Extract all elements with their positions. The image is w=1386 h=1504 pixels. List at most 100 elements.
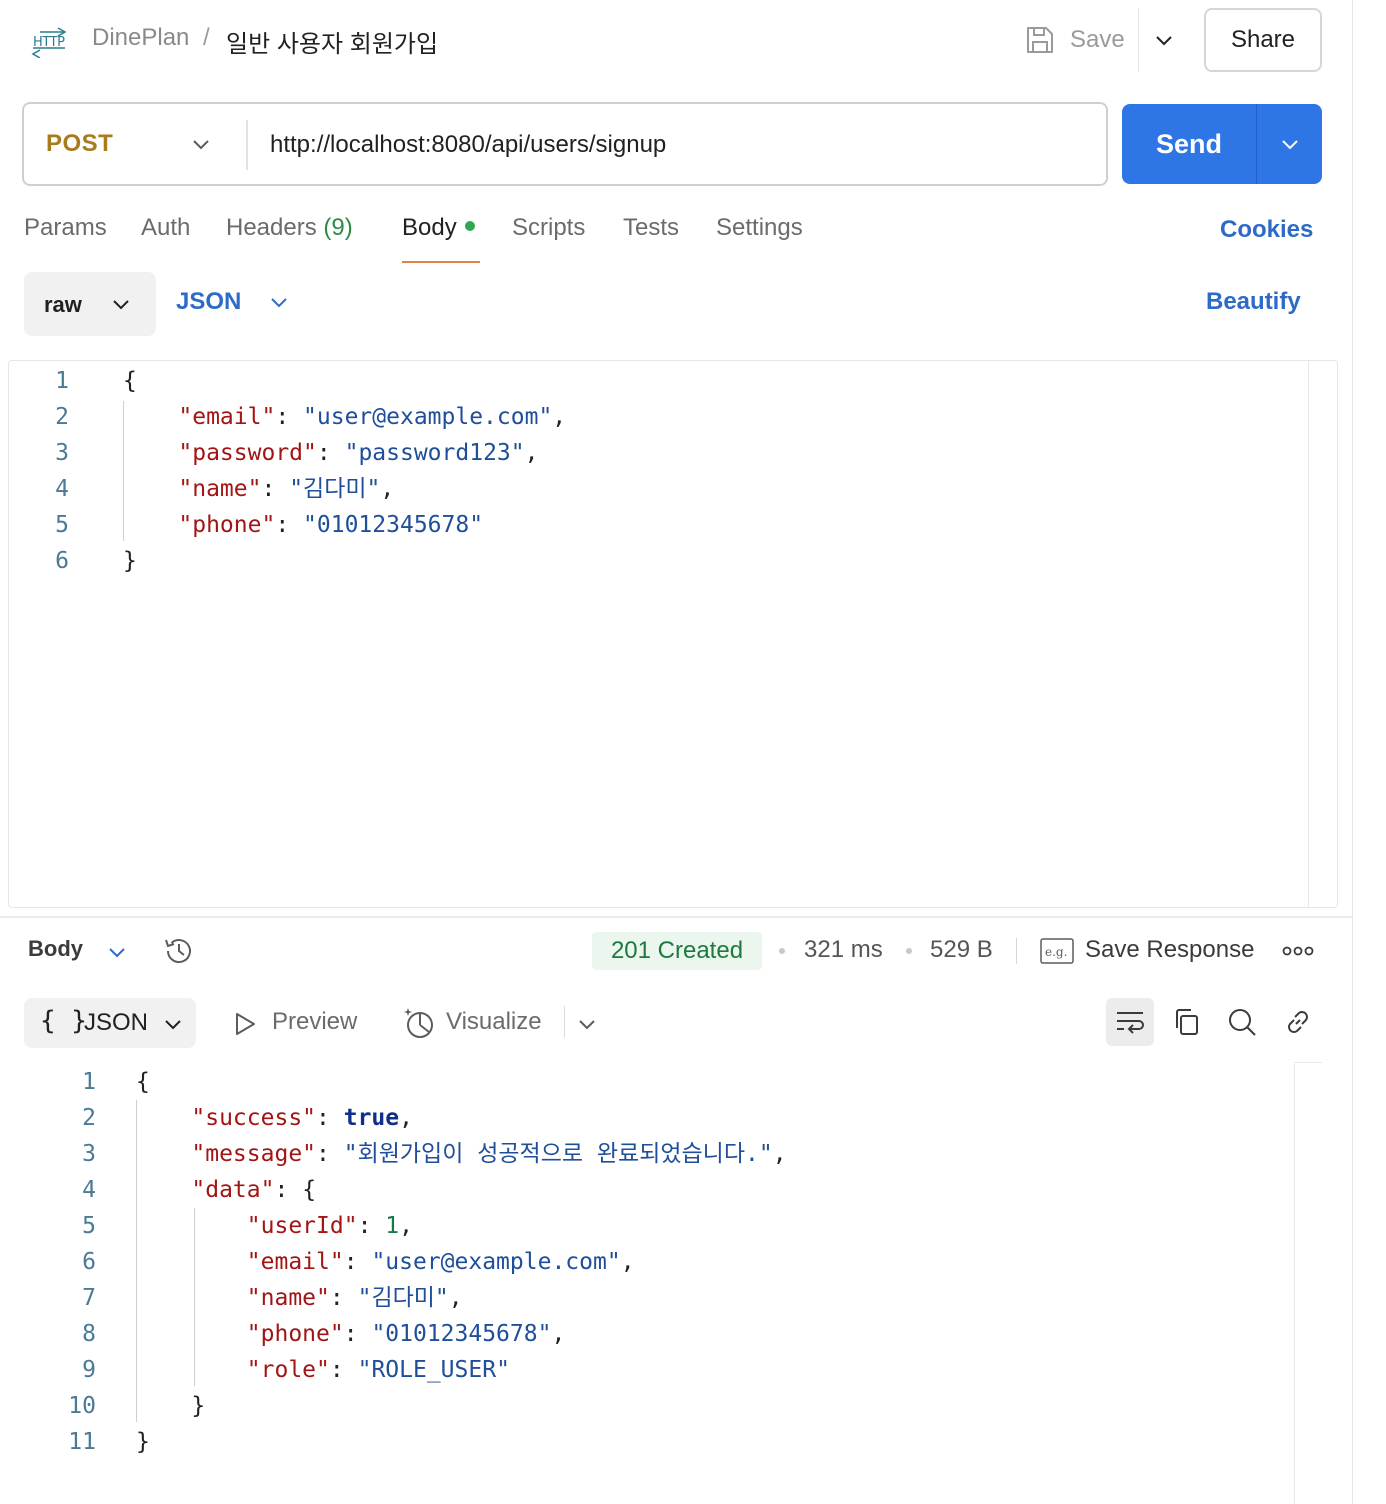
chevron-down-icon[interactable]	[106, 940, 128, 964]
response-size[interactable]: 529 B	[930, 936, 993, 964]
send-button[interactable]: Send	[1122, 104, 1256, 184]
line-number: 6	[55, 548, 69, 574]
response-editor-border	[1294, 1062, 1322, 1063]
code-text-line: "message": "회원가입이 성공적으로 완료되었습니다.",	[191, 1141, 787, 1167]
line-number: 8	[82, 1321, 96, 1347]
url-input[interactable]	[270, 118, 1090, 172]
code-text-line: "password": "password123",	[178, 440, 539, 466]
code-text-line: "email": "user@example.com",	[246, 1249, 635, 1275]
link-icon	[1288, 1011, 1308, 1033]
body-mode-select[interactable]: raw	[24, 272, 156, 336]
play-icon	[236, 1013, 255, 1035]
line-number: 7	[82, 1285, 96, 1311]
url-bar: POST	[22, 102, 1108, 186]
request-body-editor[interactable]: 1 2 3 4 5 6 { "email": "user@example.com…	[8, 360, 1338, 908]
word-wrap-icon	[1117, 1012, 1144, 1034]
meta-separator	[1016, 938, 1017, 964]
tab-auth[interactable]: Auth	[141, 214, 190, 242]
chevron-down-icon[interactable]	[190, 132, 212, 156]
pane-resize-handle[interactable]	[0, 916, 1352, 918]
code-text-line: "name": "김다미",	[246, 1285, 463, 1311]
code-text-line: "name": "김다미",	[178, 476, 395, 502]
meta-dot	[906, 948, 912, 954]
breadcrumb-workspace[interactable]: DinePlan	[92, 24, 189, 52]
tab-headers-label: Headers	[226, 214, 317, 241]
line-number: 9	[82, 1357, 96, 1383]
preview-label: Preview	[272, 1008, 358, 1035]
send-options-button[interactable]	[1257, 104, 1322, 184]
save-button[interactable]: Save	[1024, 18, 1125, 62]
line-number: 5	[55, 512, 69, 538]
line-number: 5	[82, 1213, 96, 1239]
floppy-disk-icon	[1027, 27, 1053, 53]
chevron-down-icon	[165, 1020, 181, 1030]
tab-headers-count: (9)	[323, 214, 353, 241]
line-number: 1	[82, 1069, 96, 1095]
response-format-select[interactable]: { } JSON	[24, 998, 196, 1048]
chevron-down-icon	[1281, 140, 1298, 150]
tab-params[interactable]: Params	[24, 214, 107, 242]
active-tab-underline	[402, 261, 480, 263]
http-icon: HTTP	[31, 27, 67, 58]
more-horizontal-icon[interactable]	[1282, 944, 1314, 958]
chevron-down-icon[interactable]	[1152, 26, 1176, 54]
line-number: 4	[55, 476, 69, 502]
tab-settings[interactable]: Settings	[716, 214, 803, 242]
copy-button[interactable]	[1162, 998, 1210, 1046]
chevron-down-icon	[271, 298, 287, 308]
line-number: 11	[68, 1429, 96, 1455]
code-text-line: "data": {	[191, 1177, 317, 1203]
word-wrap-button[interactable]	[1106, 998, 1154, 1046]
response-time[interactable]: 321 ms	[804, 936, 883, 964]
line-number: 3	[82, 1141, 96, 1167]
response-scrollbar[interactable]	[1294, 1064, 1295, 1504]
tab-headers[interactable]: Headers (9)	[226, 214, 353, 242]
code-text-line: }	[123, 548, 137, 574]
meta-dot	[779, 948, 785, 954]
code-text-line: {	[136, 1069, 150, 1095]
share-button[interactable]: Share	[1204, 8, 1322, 72]
save-divider	[1138, 8, 1139, 72]
svg-text:e.g.: e.g.	[1045, 945, 1067, 959]
method-select[interactable]: POST	[46, 130, 113, 158]
chevron-down-icon[interactable]	[576, 1012, 598, 1036]
search-button[interactable]	[1218, 998, 1266, 1046]
code-text-line: }	[136, 1429, 150, 1455]
send-button-group: Send	[1122, 104, 1322, 184]
request-header: HTTP DinePlan / 일반 사용자 회원가입 Save Share	[0, 0, 1352, 80]
url-divider	[246, 120, 248, 170]
line-number: 4	[82, 1177, 96, 1203]
beautify-button[interactable]: Beautify	[1206, 288, 1301, 316]
line-number: 6	[82, 1249, 96, 1275]
cookies-link[interactable]: Cookies	[1220, 216, 1313, 244]
tab-tests[interactable]: Tests	[623, 214, 679, 242]
tab-body[interactable]: Body	[402, 214, 475, 242]
e.g.-example-icon: e.g.	[1040, 938, 1074, 964]
body-mode-label: raw	[44, 292, 82, 317]
request-title[interactable]: 일반 사용자 회원가입	[226, 24, 438, 59]
code-text-line: "userId": 1,	[246, 1213, 413, 1239]
editor-scrollbar[interactable]	[1308, 361, 1309, 907]
visualize-icon	[404, 1008, 433, 1038]
save-label: Save	[1070, 26, 1125, 53]
tab-scripts[interactable]: Scripts	[512, 214, 585, 242]
code-text-line: "success": true,	[191, 1105, 413, 1131]
visualize-separator	[564, 1006, 565, 1038]
search-icon	[1229, 1009, 1256, 1036]
tab-body-label: Body	[402, 214, 457, 241]
body-modified-dot	[464, 221, 475, 231]
save-response-button[interactable]: Save Response	[1085, 936, 1254, 964]
code-text-line: }	[136, 1393, 206, 1419]
status-badge[interactable]: 201 Created	[592, 932, 762, 970]
history-icon[interactable]	[162, 934, 196, 968]
code-text-line: "phone": "01012345678"	[178, 512, 484, 538]
response-view-select[interactable]: Body	[28, 936, 83, 962]
response-body-viewer[interactable]: 1 2 3 4 5 6 7 8 9 10 11 { "success": tru…	[0, 1064, 1352, 1504]
code-text-line: {	[123, 368, 137, 394]
panel-edge	[1352, 0, 1353, 1504]
line-number: 3	[55, 440, 69, 466]
code-text-line: "role": "ROLE_USER"	[246, 1357, 510, 1383]
line-number: 1	[55, 368, 69, 394]
link-button[interactable]	[1274, 998, 1322, 1046]
chevron-down-icon	[113, 300, 129, 310]
